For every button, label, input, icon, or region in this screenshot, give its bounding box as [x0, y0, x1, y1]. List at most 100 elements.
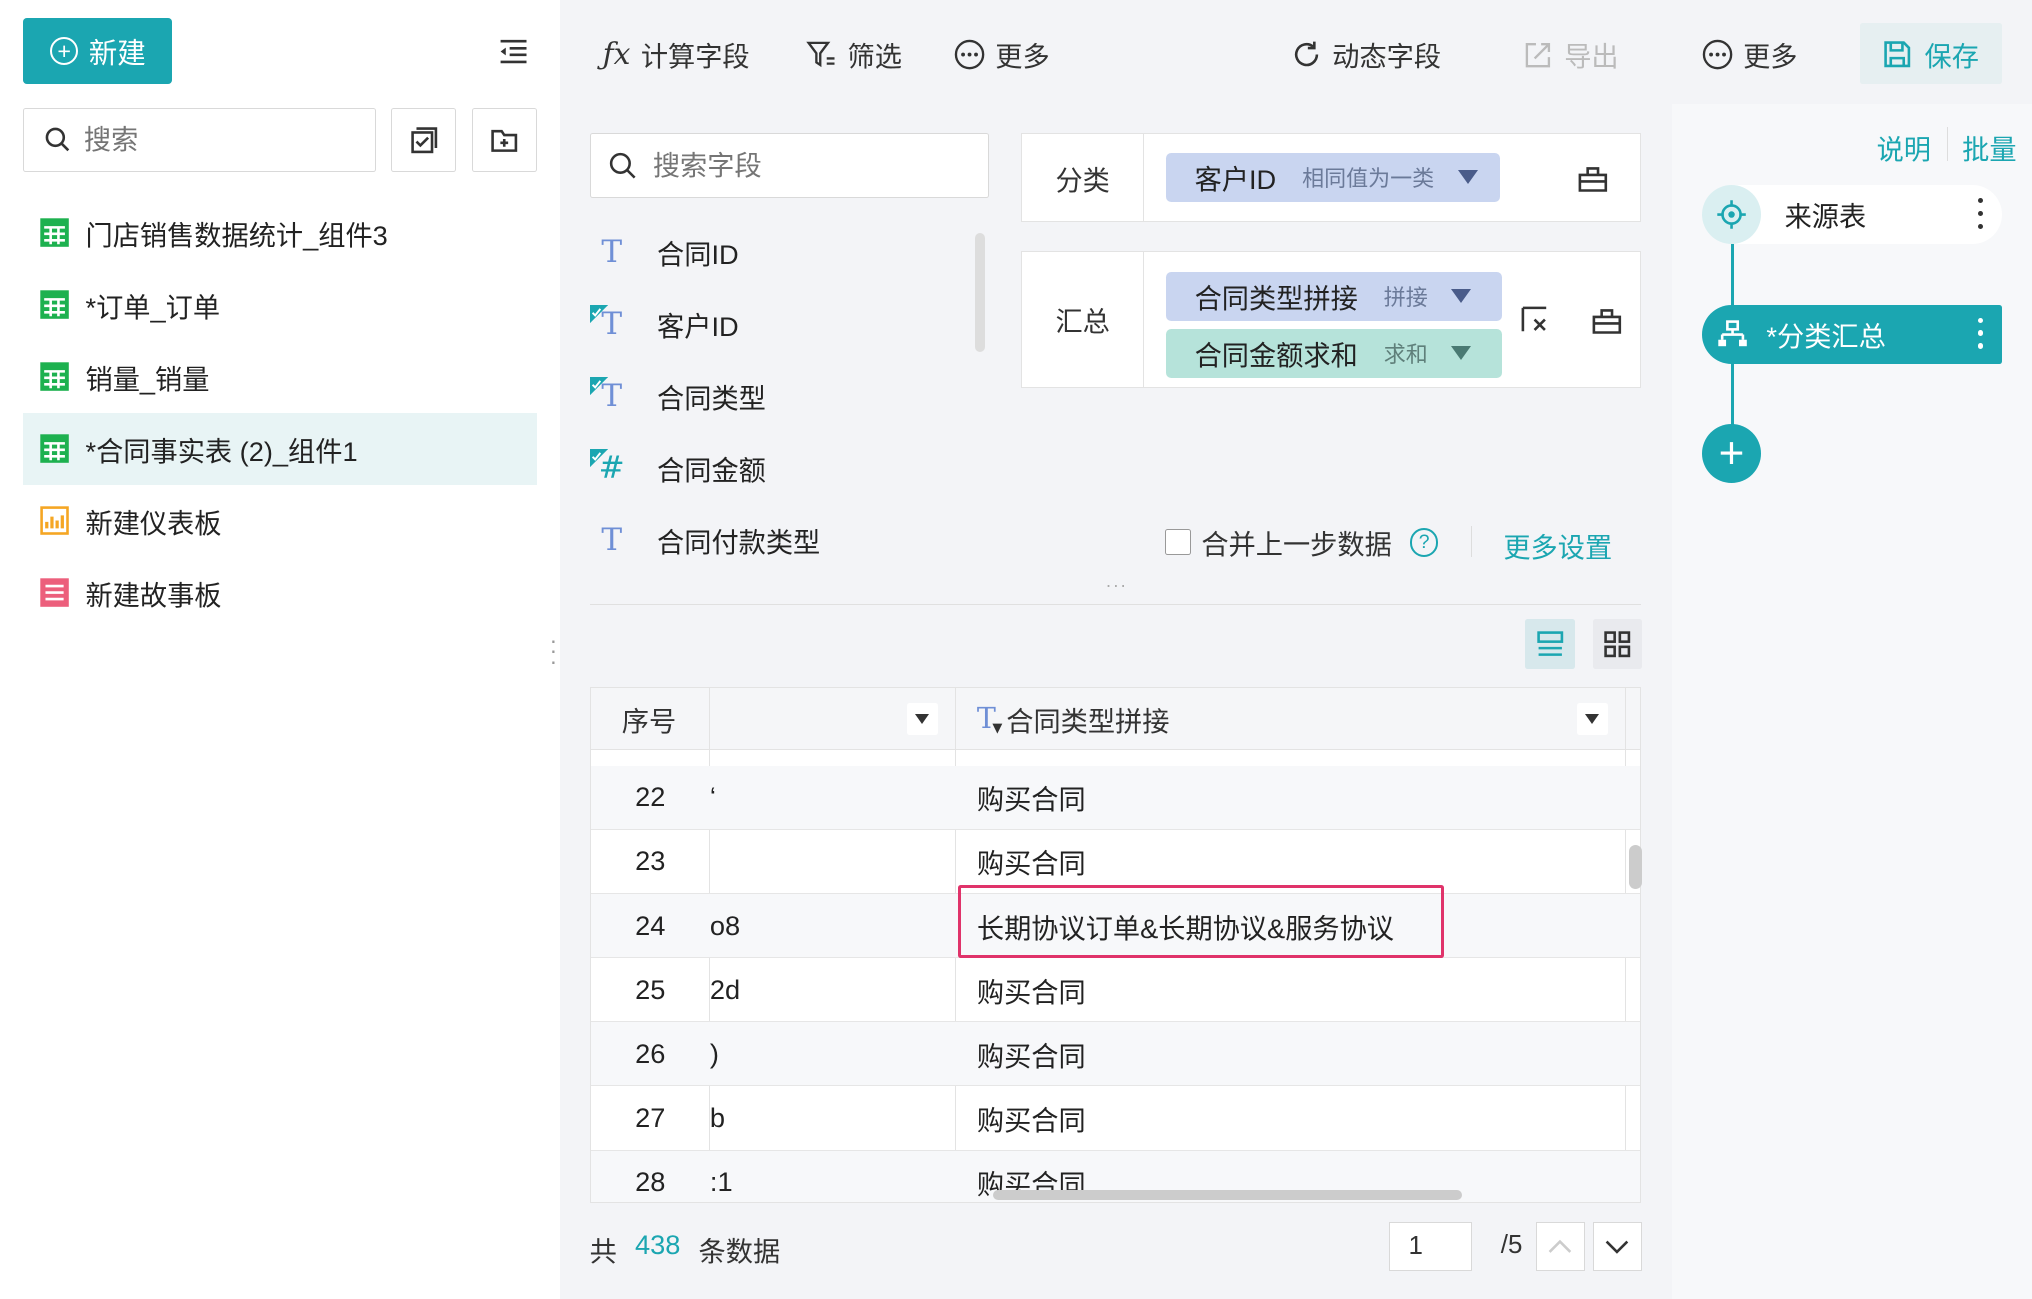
- table-row[interactable]: 25 2d 购买合同: [590, 958, 1640, 1023]
- field-item-label: 合同ID: [657, 239, 739, 271]
- cell-index: 26: [635, 1037, 666, 1069]
- batch-link[interactable]: 批量: [1962, 127, 2016, 167]
- table-row[interactable]: 22 ‘ 购买合同: [590, 765, 1640, 830]
- filter-icon: [806, 41, 835, 67]
- flow-connector: [1731, 243, 1735, 306]
- dropdown-caret-icon: [1451, 289, 1472, 304]
- hierarchy-icon: [1718, 320, 1747, 347]
- table-row[interactable]: 24 o8 长期协议订单&长期协议&服务协议: [590, 893, 1640, 959]
- kebab-menu-icon[interactable]: [1976, 198, 1984, 230]
- more-right-button[interactable]: 更多: [1702, 29, 1797, 81]
- col-header-index: 序号: [621, 705, 677, 737]
- more-settings-link[interactable]: 更多设置: [1503, 525, 1612, 565]
- help-icon[interactable]: ?: [1409, 528, 1439, 557]
- source-table-node[interactable]: 来源表: [1701, 184, 2003, 245]
- cell-index: 28: [635, 1166, 666, 1198]
- text-type-checked-icon: T: [589, 304, 634, 344]
- classify-pill[interactable]: 客户ID 相同值为一类: [1166, 152, 1501, 202]
- collapse-sidebar-icon[interactable]: [498, 36, 529, 67]
- more-left-button[interactable]: 更多: [954, 29, 1050, 81]
- tree-item[interactable]: 新建仪表板: [23, 485, 536, 557]
- folder-plus-icon: [491, 129, 518, 152]
- new-button[interactable]: + 新建: [23, 18, 173, 85]
- page-input[interactable]: 1: [1389, 1222, 1473, 1272]
- fx-icon: ƒx: [602, 36, 631, 72]
- sidebar-search-input[interactable]: [83, 123, 344, 156]
- explain-link[interactable]: 说明: [1877, 127, 1931, 167]
- new-folder-button[interactable]: [471, 107, 537, 173]
- column-menu-button[interactable]: [906, 703, 938, 735]
- flow-panel: [1671, 103, 2032, 1299]
- split-handle[interactable]: ···: [1105, 575, 1127, 596]
- tree-item[interactable]: 门店销售数据统计_组件3: [23, 197, 536, 269]
- summary-pill[interactable]: 合同金额求和 求和: [1166, 328, 1502, 379]
- field-search-input[interactable]: [652, 149, 964, 182]
- prev-page-button[interactable]: [1535, 1222, 1585, 1272]
- field-item-label: 客户ID: [657, 311, 739, 343]
- tree-item-active[interactable]: *合同事实表 (2)_组件1: [23, 412, 537, 485]
- field-item[interactable]: # 合同金额: [589, 432, 979, 504]
- cell-index: 25: [635, 973, 666, 1005]
- tree-item[interactable]: *订单_订单: [23, 269, 536, 341]
- text-type-icon: T ▼: [976, 702, 1003, 736]
- dynamic-field-button[interactable]: 动态字段: [1291, 29, 1441, 81]
- summary-label: 汇总: [1022, 252, 1145, 387]
- dashboard-icon: [40, 506, 69, 535]
- grid-view-button[interactable]: [1592, 619, 1643, 669]
- dynamic-field-label: 动态字段: [1332, 41, 1442, 73]
- clear-icon[interactable]: [1590, 304, 1624, 338]
- cell-type: 购买合同: [976, 1104, 1086, 1136]
- table-icon: [40, 362, 69, 392]
- table-row[interactable]: 26 ) 购买合同: [590, 1022, 1640, 1087]
- merge-previous-checkbox[interactable]: [1165, 529, 1191, 556]
- field-item[interactable]: T 合同ID: [590, 216, 979, 288]
- export-button[interactable]: 导出: [1523, 29, 1619, 81]
- text-type-icon: T: [601, 234, 623, 271]
- clear-icon[interactable]: [1576, 162, 1610, 196]
- group-summary-node[interactable]: *分类汇总: [1701, 304, 2003, 365]
- table-vertical-scrollbar[interactable]: [1629, 844, 1643, 890]
- sidebar-search[interactable]: [23, 107, 376, 173]
- field-search[interactable]: [589, 133, 989, 199]
- table-icon: [40, 434, 69, 463]
- chevron-up-icon: [1549, 1239, 1572, 1253]
- field-item-label: 合同付款类型: [657, 527, 821, 559]
- more-circle-icon: [1702, 39, 1732, 70]
- table-icon: [40, 290, 69, 320]
- column-menu-button[interactable]: [1576, 703, 1609, 735]
- field-item[interactable]: T 合同付款类型: [590, 504, 979, 576]
- batch-select-button[interactable]: [391, 107, 457, 173]
- table-row[interactable]: 23 购买合同: [590, 830, 1640, 894]
- calc-field-button[interactable]: ƒx 计算字段: [603, 29, 750, 81]
- summary-pill-name: 合同类型拼接: [1194, 283, 1358, 315]
- tree-item[interactable]: 销量_销量: [23, 341, 536, 413]
- list-view-icon: [1537, 631, 1563, 656]
- tree-item-label: *订单_订单: [85, 291, 221, 323]
- page-total: /5: [1500, 1231, 1523, 1260]
- next-page-button[interactable]: [1592, 1222, 1643, 1272]
- field-item[interactable]: T 合同类型: [589, 360, 979, 432]
- chevron-down-icon: [1606, 1240, 1629, 1254]
- col-header-type[interactable]: T ▼ 合同类型拼接: [977, 688, 1170, 750]
- table-horizontal-scrollbar[interactable]: [992, 1189, 1462, 1201]
- field-list-scrollbar[interactable]: [974, 233, 985, 353]
- plus-icon: +: [1718, 428, 1745, 478]
- tree-item[interactable]: 新建故事板: [23, 557, 536, 629]
- field-item[interactable]: T 客户ID: [589, 288, 979, 360]
- col-header-type-label: 合同类型拼接: [1006, 705, 1170, 737]
- cell-id: ): [709, 1037, 719, 1069]
- cell-id: o8: [709, 909, 741, 941]
- clear-format-icon[interactable]: [1519, 304, 1553, 338]
- summary-pill[interactable]: 合同类型拼接 拼接: [1166, 271, 1502, 322]
- save-button[interactable]: 保存: [1859, 23, 2003, 85]
- list-view-button[interactable]: [1525, 619, 1575, 669]
- plus-circle-icon: +: [49, 36, 79, 66]
- divider: [1470, 526, 1473, 558]
- cell-id: b: [709, 1101, 726, 1133]
- kebab-menu-icon[interactable]: [1976, 317, 1984, 349]
- tree-item-label: 门店销售数据统计_组件3: [85, 219, 388, 251]
- filter-button[interactable]: 筛选: [806, 29, 902, 81]
- dropdown-caret-icon: [1457, 170, 1478, 184]
- sidebar-resize-handle[interactable]: · · ·: [550, 628, 558, 672]
- table-row[interactable]: 27 b 购买合同: [590, 1086, 1640, 1151]
